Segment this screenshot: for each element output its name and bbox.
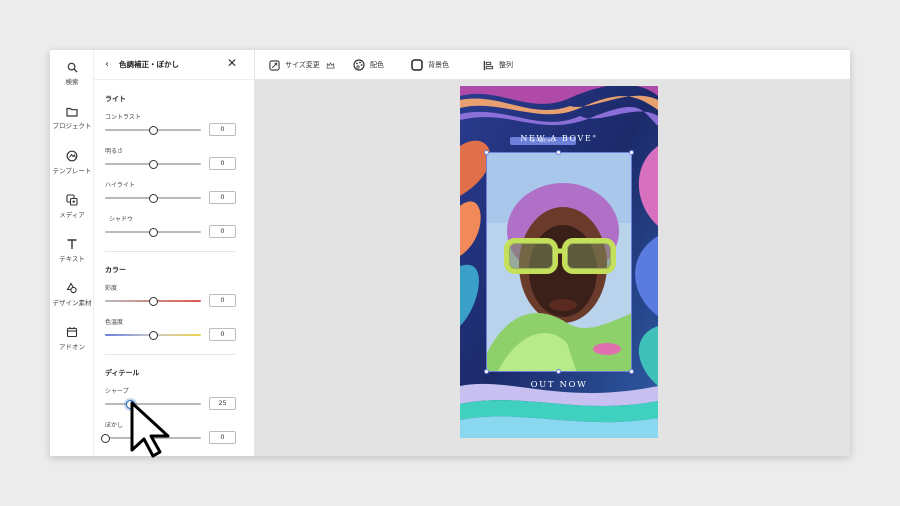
highlights-value-input[interactable]: 0 <box>209 191 236 204</box>
crown-icon <box>326 61 335 69</box>
design-artboard[interactable]: ズームボタン NEW A BOVE" OUT NOW <box>460 86 658 438</box>
brightness-value-input[interactable]: 0 <box>209 157 236 170</box>
resize-handle[interactable] <box>484 369 489 374</box>
portrait-photo <box>487 153 631 371</box>
section-title-detail: ディテール <box>105 369 140 377</box>
temperature-value-input[interactable]: 0 <box>209 328 236 341</box>
rail-label-text: テキスト <box>59 255 85 263</box>
slider-label-shadows: シャドウ <box>109 216 134 223</box>
resize-handle[interactable] <box>484 150 489 155</box>
shadows-value-input[interactable]: 0 <box>209 225 236 238</box>
back-button[interactable]: ‹ <box>105 59 109 70</box>
palette-button[interactable]: 配色 <box>353 58 384 72</box>
resize-label: サイズ変更 <box>285 61 320 69</box>
section-title-light: ライト <box>105 95 126 103</box>
panel-title: 色調補正・ぼかし <box>119 60 179 69</box>
side-rail: 検索 プロジェクト テンプレート メディア テキスト デザイン素材 アドオン <box>50 50 94 456</box>
resize-handle[interactable] <box>629 150 634 155</box>
canvas-area: ズームボタン NEW A BOVE" OUT NOW <box>255 80 850 456</box>
temperature-slider-thumb[interactable] <box>148 330 158 340</box>
design-footer-text[interactable]: OUT NOW <box>460 380 658 390</box>
template-icon <box>66 150 78 162</box>
rail-label-media: メディア <box>59 211 85 219</box>
saturation-slider-thumb[interactable] <box>148 296 158 306</box>
shadows-slider-thumb[interactable] <box>148 227 158 237</box>
rail-item-projects[interactable]: プロジェクト <box>50 106 94 130</box>
background-color-button[interactable]: 背景色 <box>411 58 449 72</box>
top-toolbar: サイズ変更 配色 背景色 整列 <box>255 50 850 80</box>
contrast-value-input[interactable]: 0 <box>209 123 236 136</box>
rail-item-search[interactable]: 検索 <box>50 62 94 86</box>
palette-label: 配色 <box>370 61 384 69</box>
rail-label-templates: テンプレート <box>52 167 92 175</box>
rail-label-design-assets: デザイン素材 <box>52 299 92 307</box>
slider-label-temperature: 色温度 <box>105 319 124 326</box>
contrast-slider-thumb[interactable] <box>148 125 158 135</box>
rail-item-templates[interactable]: テンプレート <box>50 150 94 175</box>
resize-handle[interactable] <box>556 150 561 155</box>
blur-value-input[interactable]: 0 <box>209 431 236 444</box>
text-icon <box>67 239 77 249</box>
slider-label-blur: ぼかし <box>105 422 124 429</box>
background-color-label: 背景色 <box>428 61 449 69</box>
slider-label-saturation: 彩度 <box>105 285 118 292</box>
slider-label-sharpen: シャープ <box>105 388 129 395</box>
background-color-icon <box>411 59 423 71</box>
brightness-slider-thumb[interactable] <box>148 159 158 169</box>
design-headline[interactable]: NEW A BOVE" <box>460 134 658 143</box>
slider-label-highlights: ハイライト <box>105 182 135 189</box>
rail-item-text[interactable]: テキスト <box>50 238 94 263</box>
rail-label-search: 検索 <box>65 78 79 86</box>
rail-item-addons[interactable]: アドオン <box>50 326 94 351</box>
folder-icon <box>66 107 78 117</box>
resize-icon <box>269 59 280 71</box>
align-left-icon <box>483 60 494 70</box>
panel-header: ‹ 色調補正・ぼかし ✕ <box>94 50 255 80</box>
resize-handle[interactable] <box>629 369 634 374</box>
resize-button[interactable]: サイズ変更 <box>269 58 340 72</box>
sharpen-value-input[interactable]: 25 <box>209 397 236 410</box>
palette-icon <box>353 59 365 71</box>
app-window: 検索 プロジェクト テンプレート メディア テキスト デザイン素材 アドオン ‹… <box>50 50 850 456</box>
media-icon <box>66 194 78 206</box>
slider-label-contrast: コントラスト <box>105 114 141 121</box>
highlights-slider-thumb[interactable] <box>148 193 158 203</box>
blur-slider-thumb[interactable] <box>100 433 110 443</box>
rotate-handle[interactable] <box>556 369 561 374</box>
close-button[interactable]: ✕ <box>227 56 237 70</box>
arrange-label: 整列 <box>499 61 513 69</box>
arrange-button[interactable]: 整列 <box>483 58 513 72</box>
adjust-panel: ‹ 色調補正・ぼかし ✕ ライト コントラスト 0 明るさ 0 ハイライト 0 … <box>94 50 255 456</box>
rail-item-media[interactable]: メディア <box>50 194 94 219</box>
rail-label-addons: アドオン <box>59 343 85 351</box>
saturation-value-input[interactable]: 0 <box>209 294 236 307</box>
addon-icon <box>66 327 78 338</box>
mouse-cursor-icon <box>130 401 170 458</box>
divider <box>105 251 235 252</box>
rail-item-design-assets[interactable]: デザイン素材 <box>50 282 94 307</box>
divider <box>105 354 235 355</box>
photo-element[interactable] <box>486 152 632 372</box>
section-title-color: カラー <box>105 266 126 274</box>
slider-label-brightness: 明るさ <box>105 148 124 155</box>
search-icon <box>67 62 78 73</box>
rail-label-projects: プロジェクト <box>52 122 92 130</box>
shapes-icon <box>66 282 77 294</box>
